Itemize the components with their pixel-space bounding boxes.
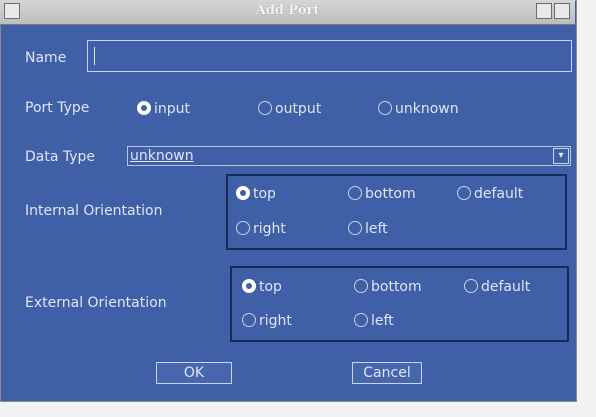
data-type-select[interactable]: unknown ▾ xyxy=(127,146,571,166)
external-radio-bottom[interactable]: bottom xyxy=(354,278,422,296)
radio-icon xyxy=(348,221,362,235)
radio-icon xyxy=(258,101,272,115)
internal-radio-left[interactable]: left xyxy=(348,220,388,238)
radio-icon xyxy=(354,279,368,293)
radio-icon xyxy=(242,313,256,327)
title-bar[interactable]: Add Port xyxy=(0,0,575,25)
external-radio-left[interactable]: left xyxy=(354,312,394,330)
dropdown-arrow-icon[interactable]: ▾ xyxy=(553,148,569,164)
minimize-icon[interactable] xyxy=(536,3,552,19)
internal-radio-default[interactable]: default xyxy=(457,185,523,203)
internal-radio-right[interactable]: right xyxy=(236,220,286,238)
external-radio-right[interactable]: right xyxy=(242,312,292,330)
cancel-button[interactable]: Cancel xyxy=(352,362,422,384)
external-radio-default[interactable]: default xyxy=(464,278,530,296)
radio-icon xyxy=(236,186,250,200)
text-cursor xyxy=(94,47,95,65)
port-type-radio-input[interactable]: input xyxy=(137,100,190,118)
data-type-label: Data Type xyxy=(25,149,96,165)
internal-orientation-label: Internal Orientation xyxy=(25,203,163,219)
window-title: Add Port xyxy=(255,3,320,18)
radio-icon xyxy=(457,186,471,200)
radio-icon xyxy=(137,101,151,115)
internal-radio-bottom[interactable]: bottom xyxy=(348,185,416,203)
radio-icon xyxy=(348,186,362,200)
radio-icon xyxy=(242,279,256,293)
maximize-icon[interactable] xyxy=(554,3,570,19)
name-label: Name xyxy=(25,50,67,66)
radio-icon xyxy=(464,279,478,293)
radio-icon xyxy=(354,313,368,327)
name-input[interactable] xyxy=(87,40,572,72)
port-type-label: Port Type xyxy=(25,100,90,116)
external-orientation-label: External Orientation xyxy=(25,295,167,311)
ok-button[interactable]: OK xyxy=(156,362,232,384)
radio-icon xyxy=(378,101,392,115)
port-type-radio-output[interactable]: output xyxy=(258,100,321,118)
external-radio-top[interactable]: top xyxy=(242,278,282,296)
port-type-radio-unknown[interactable]: unknown xyxy=(378,100,459,118)
radio-icon xyxy=(236,221,250,235)
internal-radio-top[interactable]: top xyxy=(236,185,276,203)
add-port-dialog: Add Port Name Port Type input output unk… xyxy=(0,0,577,402)
